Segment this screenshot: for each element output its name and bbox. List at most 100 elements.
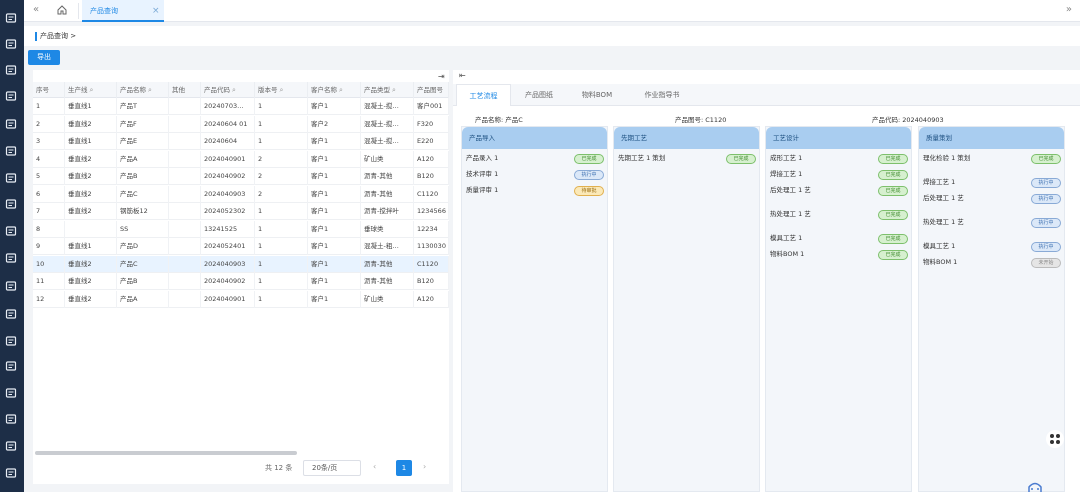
- home-icon[interactable]: [56, 4, 68, 16]
- column-header[interactable]: 生产线 ⌕: [65, 82, 117, 98]
- flow-item[interactable]: 成形工艺 1 已完成: [770, 154, 908, 168]
- table-cell: 2024040903: [201, 255, 255, 273]
- table-row[interactable]: 5 垂直线2 产品B 2024040902 2 客户1 沥青-其他 B120: [33, 168, 449, 185]
- status-badge: 已完成: [1031, 154, 1061, 164]
- dashboard-icon[interactable]: [5, 12, 17, 24]
- table-cell: 钢筋板12: [117, 203, 169, 220]
- flow-item[interactable]: 技术评审 1 执行中: [466, 170, 604, 184]
- flow-item[interactable]: 理化检验 1 策划 已完成: [923, 154, 1061, 168]
- flow-item[interactable]: 热处理工 1 艺 已完成: [770, 210, 908, 224]
- page-number-current[interactable]: 1: [396, 460, 412, 476]
- table-cell: [169, 168, 201, 185]
- table-cell: 垂直线2: [65, 185, 117, 203]
- nodes-icon[interactable]: [5, 225, 17, 237]
- flow-item[interactable]: 模具工艺 1 已完成: [770, 234, 908, 248]
- page-size-select[interactable]: 20条/页: [303, 460, 361, 476]
- factory-icon[interactable]: [5, 308, 17, 320]
- column-search-icon[interactable]: ⌕: [280, 86, 284, 94]
- envelope-icon[interactable]: [5, 440, 17, 452]
- column-search-icon[interactable]: ⌕: [232, 86, 236, 94]
- table-cell: B120: [414, 168, 449, 185]
- prev-page-icon[interactable]: ‹: [373, 462, 376, 471]
- table-row[interactable]: 8 SS 13241525 1 客户1 垂球类 12234: [33, 220, 449, 238]
- flow-item[interactable]: 焊接工艺 1 执行中: [923, 178, 1061, 192]
- flow-item[interactable]: 质量评审 1 待审批: [466, 186, 604, 200]
- calendar-icon[interactable]: [5, 90, 17, 102]
- collapse-right-icon[interactable]: ⇥: [438, 72, 445, 81]
- table-cell: 5: [33, 168, 65, 185]
- collapse-left-icon[interactable]: ⇤: [459, 71, 466, 80]
- detail-tabs: 工艺流程 产品图纸 物料BOM 作业指导书: [453, 84, 1080, 106]
- column-search-icon[interactable]: ⌕: [148, 86, 152, 94]
- column-search-icon[interactable]: ⌕: [392, 86, 396, 94]
- flow-item[interactable]: 模具工艺 1 执行中: [923, 242, 1061, 256]
- detail-tab[interactable]: 工艺流程: [456, 84, 511, 106]
- column-search-icon[interactable]: ⌕: [90, 86, 94, 94]
- column-search-icon[interactable]: ⌕: [339, 86, 343, 94]
- collapse-sidebar-icon[interactable]: «: [30, 4, 42, 16]
- column-header[interactable]: 产品图号: [414, 82, 449, 98]
- table-cell: 客户1: [308, 255, 361, 273]
- message-icon[interactable]: [5, 280, 17, 292]
- robot-icon[interactable]: [1025, 482, 1045, 492]
- status-badge: 已完成: [878, 250, 908, 260]
- table-row[interactable]: 3 垂直线1 产品E 20240604 1 客户1 混凝土-搅… E220: [33, 133, 449, 150]
- monitor-icon[interactable]: [5, 118, 17, 130]
- table-row[interactable]: 2 垂直线2 产品F 20240604 01 1 客户2 混凝土-搅… F320: [33, 115, 449, 133]
- detail-tab[interactable]: 产品图纸: [511, 84, 567, 106]
- info-product-code: 产品代码: 2024040903: [872, 116, 944, 124]
- mail-icon[interactable]: [5, 252, 17, 264]
- flow-item[interactable]: 物料BOM 1 已完成: [770, 250, 908, 264]
- chart-icon[interactable]: [5, 198, 17, 210]
- tab-product-query[interactable]: 产品查询 ×: [82, 0, 164, 22]
- table-cell: [169, 150, 201, 168]
- table-row[interactable]: 10 垂直线2 产品C 2024040903 1 客户1 沥青-其他 C1120: [33, 255, 449, 273]
- table-row[interactable]: 1 垂直线1 产品T 20240703… 1 客户1 混凝土-搅… 客户001: [33, 98, 449, 115]
- table-row[interactable]: 11 垂直线2 产品B 2024040902 1 客户1 沥青-其他 B120: [33, 273, 449, 290]
- expand-icon[interactable]: »: [1066, 4, 1072, 16]
- detail-tab[interactable]: 作业指导书: [627, 84, 697, 106]
- card-icon[interactable]: [5, 64, 17, 76]
- flow-item[interactable]: 先期工艺 1 策划 已完成: [618, 154, 756, 168]
- horizontal-scrollbar[interactable]: [35, 451, 297, 455]
- table-row[interactable]: 7 垂直线2 钢筋板12 2024052302 1 客户1 沥青-搅拌叶 1234566: [33, 203, 449, 220]
- folder-icon[interactable]: [5, 413, 17, 425]
- close-icon[interactable]: ×: [152, 0, 160, 22]
- table-row[interactable]: 12 垂直线2 产品A 2024040901 1 客户1 矿山类 A120: [33, 290, 449, 308]
- building-icon[interactable]: [5, 172, 17, 184]
- column-header[interactable]: 产品类型 ⌕: [361, 82, 414, 98]
- table-row[interactable]: 6 垂直线2 产品C 2024040903 2 客户1 沥青-其他 C1120: [33, 185, 449, 203]
- table-row[interactable]: 9 垂直线1 产品D 2024052401 1 客户1 混凝土-粗… 1130030: [33, 238, 449, 255]
- column-header[interactable]: 其他: [169, 82, 201, 98]
- next-page-icon[interactable]: ›: [423, 462, 426, 471]
- menu-icon[interactable]: [5, 38, 17, 50]
- clock-icon[interactable]: [5, 335, 17, 347]
- flow-item[interactable]: 焊接工艺 1 已完成: [770, 170, 908, 184]
- table-row[interactable]: 4 垂直线2 产品A 2024040901 2 客户1 矿山类 A120: [33, 150, 449, 168]
- table-cell: 混凝土-搅…: [361, 98, 414, 115]
- column-header[interactable]: 产品代码 ⌕: [201, 82, 255, 98]
- column-header[interactable]: 客户名称 ⌕: [308, 82, 361, 98]
- table-cell: 2: [255, 168, 308, 185]
- table-cell: 2: [255, 150, 308, 168]
- flow-item[interactable]: 物料BOM 1 未开始: [923, 258, 1061, 272]
- column-header[interactable]: 序号: [33, 82, 65, 98]
- table-cell: 4: [33, 150, 65, 168]
- status-badge: 待审批: [574, 186, 604, 196]
- flow-item[interactable]: 后处理工 1 艺 执行中: [923, 194, 1061, 208]
- column-header[interactable]: 产品名称 ⌕: [117, 82, 169, 98]
- refresh-icon[interactable]: [5, 360, 17, 372]
- table-cell: 沥青-其他: [361, 273, 414, 290]
- breadcrumb-label[interactable]: 产品查询: [40, 32, 68, 40]
- flow-item[interactable]: 热处理工 1 艺 执行中: [923, 218, 1061, 232]
- export-button[interactable]: 导出: [28, 50, 60, 65]
- detail-tab[interactable]: 物料BOM: [567, 84, 627, 106]
- apps-icon[interactable]: [1046, 430, 1064, 448]
- grid-icon[interactable]: [5, 387, 17, 399]
- table-cell: [169, 238, 201, 255]
- key-icon[interactable]: [5, 467, 17, 479]
- layers-icon[interactable]: [5, 145, 17, 157]
- column-header[interactable]: 版本号 ⌕: [255, 82, 308, 98]
- flow-item[interactable]: 后处理工 1 艺 已完成: [770, 186, 908, 200]
- flow-item[interactable]: 产品录入 1 已完成: [466, 154, 604, 168]
